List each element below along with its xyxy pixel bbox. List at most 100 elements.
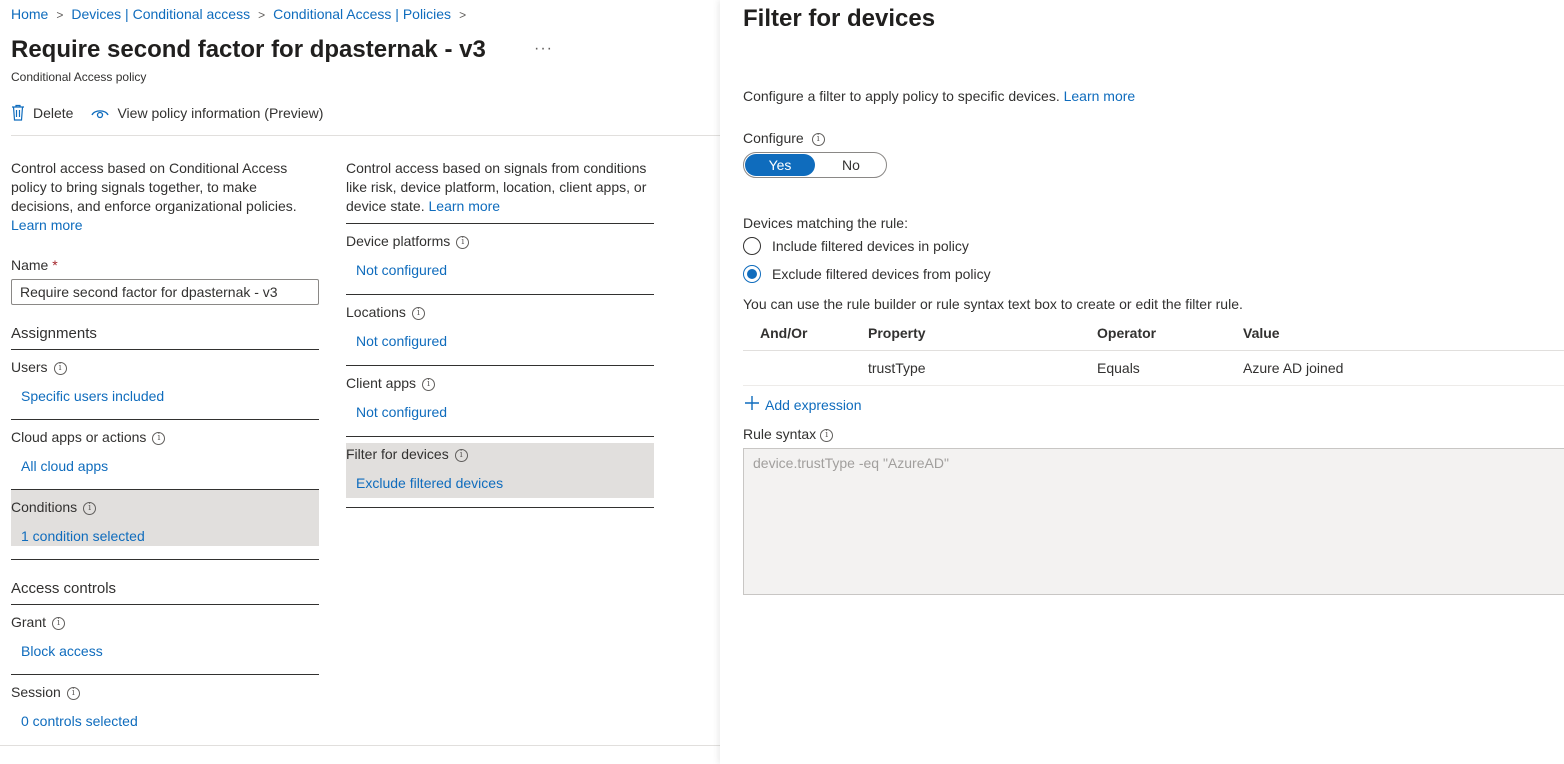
info-icon[interactable]: i: [52, 616, 66, 630]
chevron-right-icon: >: [459, 8, 467, 22]
access-control-session[interactable]: Session i 0 controls selected: [11, 675, 319, 745]
cell-operator[interactable]: Equals: [1097, 350, 1243, 386]
users-label-text: Users: [11, 359, 48, 375]
breadcrumb-home[interactable]: Home: [11, 6, 48, 22]
radio-unchecked[interactable]: [743, 237, 761, 255]
name-label: Name *: [11, 257, 319, 273]
client-apps-value-link[interactable]: Not configured: [356, 404, 654, 420]
locations-value-link[interactable]: Not configured: [356, 333, 654, 349]
toggle-no[interactable]: No: [816, 153, 886, 177]
panel-description-text: Configure a filter to apply policy to sp…: [743, 88, 1060, 104]
cell-and-or[interactable]: [743, 350, 868, 386]
required-marker: *: [52, 257, 58, 273]
conditions-label: Conditions i: [11, 498, 319, 516]
chevron-right-icon: >: [258, 8, 266, 22]
condition-device-platforms[interactable]: Device platforms i Not configured: [346, 224, 654, 295]
info-icon[interactable]: i: [411, 306, 425, 320]
users-value-link[interactable]: Specific users included: [21, 388, 319, 404]
plus-icon: [743, 394, 761, 415]
info-icon[interactable]: i: [83, 501, 97, 515]
name-input[interactable]: [11, 279, 319, 305]
learn-more-link[interactable]: Learn more: [11, 217, 83, 233]
conditions-label-text: Conditions: [11, 499, 78, 515]
radio-exclude-filtered[interactable]: Exclude filtered devices from policy: [743, 265, 991, 283]
info-icon[interactable]: i: [53, 361, 67, 375]
info-icon[interactable]: i: [66, 686, 80, 700]
info-icon[interactable]: i: [454, 448, 468, 462]
assignment-cloud-apps[interactable]: Cloud apps or actions i All cloud apps: [11, 420, 319, 490]
configure-label: Configure i: [743, 130, 825, 146]
info-icon[interactable]: i: [152, 431, 166, 445]
add-expression-button[interactable]: Add expression: [743, 394, 862, 415]
trash-icon: [11, 104, 25, 121]
conditions-column: Control access based on signals from con…: [346, 159, 654, 508]
policy-description: Control access based on Conditional Acce…: [11, 159, 319, 235]
policy-settings-column: Control access based on Conditional Acce…: [11, 159, 319, 745]
client-apps-label-text: Client apps: [346, 375, 417, 391]
radio-dot: [747, 269, 757, 279]
rule-help-text: You can use the rule builder or rule syn…: [743, 296, 1243, 312]
radio-include-filtered[interactable]: Include filtered devices in policy: [743, 237, 969, 255]
radio-include-label: Include filtered devices in policy: [772, 238, 969, 254]
bottom-divider: [0, 745, 720, 746]
condition-locations[interactable]: Locations i Not configured: [346, 295, 654, 366]
configure-toggle[interactable]: Yes No: [743, 152, 887, 178]
cloud-apps-label: Cloud apps or actions i: [11, 428, 319, 446]
cell-value[interactable]: Azure AD joined: [1243, 350, 1564, 386]
session-label-text: Session: [11, 684, 61, 700]
session-label: Session i: [11, 683, 319, 701]
condition-filter-for-devices[interactable]: Filter for devices i Exclude filtered dev…: [346, 437, 654, 508]
session-value-link[interactable]: 0 controls selected: [21, 713, 319, 729]
filter-for-devices-panel: Filter for devices Configure a filter to…: [720, 0, 1564, 764]
cell-property[interactable]: trustType: [868, 350, 1097, 386]
breadcrumb-policies[interactable]: Conditional Access | Policies: [273, 6, 451, 22]
locations-label: Locations i: [346, 303, 654, 321]
toolbar: Delete View policy information (Preview): [11, 104, 323, 121]
cloud-apps-value-link[interactable]: All cloud apps: [21, 458, 319, 474]
more-options-button[interactable]: ···: [534, 40, 553, 58]
assignments-header: Assignments: [11, 325, 319, 350]
info-icon[interactable]: i: [820, 428, 834, 442]
chevron-right-icon: >: [56, 8, 64, 22]
panel-description: Configure a filter to apply policy to sp…: [743, 88, 1135, 104]
breadcrumb-devices-conditional-access[interactable]: Devices | Conditional access: [71, 6, 250, 22]
assignment-conditions[interactable]: Conditions i 1 condition selected: [11, 490, 319, 560]
grant-value-link[interactable]: Block access: [21, 643, 319, 659]
policy-blade: Home > Devices | Conditional access > Condit…: [0, 0, 720, 764]
grant-label-text: Grant: [11, 614, 47, 630]
panel-title: Filter for devices: [743, 5, 936, 32]
access-control-grant[interactable]: Grant i Block access: [11, 605, 319, 675]
toolbar-divider: [11, 135, 720, 136]
grant-label: Grant i: [11, 613, 319, 631]
panel-learn-more-link[interactable]: Learn more: [1064, 88, 1136, 104]
info-icon[interactable]: i: [811, 132, 825, 146]
info-icon[interactable]: i: [456, 235, 470, 249]
device-platforms-label: Device platforms i: [346, 232, 654, 250]
policy-description-text: Control access based on Conditional Acce…: [11, 160, 297, 214]
rule-syntax-label: Rule syntax i: [743, 426, 834, 442]
condition-client-apps[interactable]: Client apps i Not configured: [346, 366, 654, 437]
view-policy-information-label: View policy information (Preview): [117, 104, 324, 121]
radio-checked[interactable]: [743, 265, 761, 283]
users-label: Users i: [11, 358, 319, 376]
assignment-users[interactable]: Users i Specific users included: [11, 350, 319, 420]
toggle-yes[interactable]: Yes: [745, 154, 815, 176]
info-icon[interactable]: i: [422, 377, 436, 391]
client-apps-label: Client apps i: [346, 374, 654, 392]
column-header-operator: Operator: [1097, 316, 1243, 351]
conditions-learn-more-link[interactable]: Learn more: [429, 198, 501, 214]
page-title: Require second factor for dpasternak - v…: [11, 36, 486, 63]
access-controls-header: Access controls: [11, 580, 319, 605]
locations-label-text: Locations: [346, 304, 406, 320]
table-row[interactable]: trustType Equals Azure AD joined: [743, 350, 1564, 386]
rule-syntax-textarea[interactable]: device.trustType -eq "AzureAD": [743, 448, 1564, 595]
delete-button[interactable]: Delete: [11, 104, 73, 121]
device-platforms-value-link[interactable]: Not configured: [356, 262, 654, 278]
configure-label-text: Configure: [743, 130, 804, 146]
conditions-value-link[interactable]: 1 condition selected: [21, 528, 319, 544]
view-policy-information-button[interactable]: View policy information (Preview): [91, 105, 323, 121]
rule-builder-table: And/Or Property Operator Value trustType…: [743, 316, 1564, 386]
filter-for-devices-label: Filter for devices i: [346, 445, 654, 463]
filter-for-devices-value-link[interactable]: Exclude filtered devices: [356, 475, 654, 491]
page-subtitle: Conditional Access policy: [11, 70, 147, 84]
